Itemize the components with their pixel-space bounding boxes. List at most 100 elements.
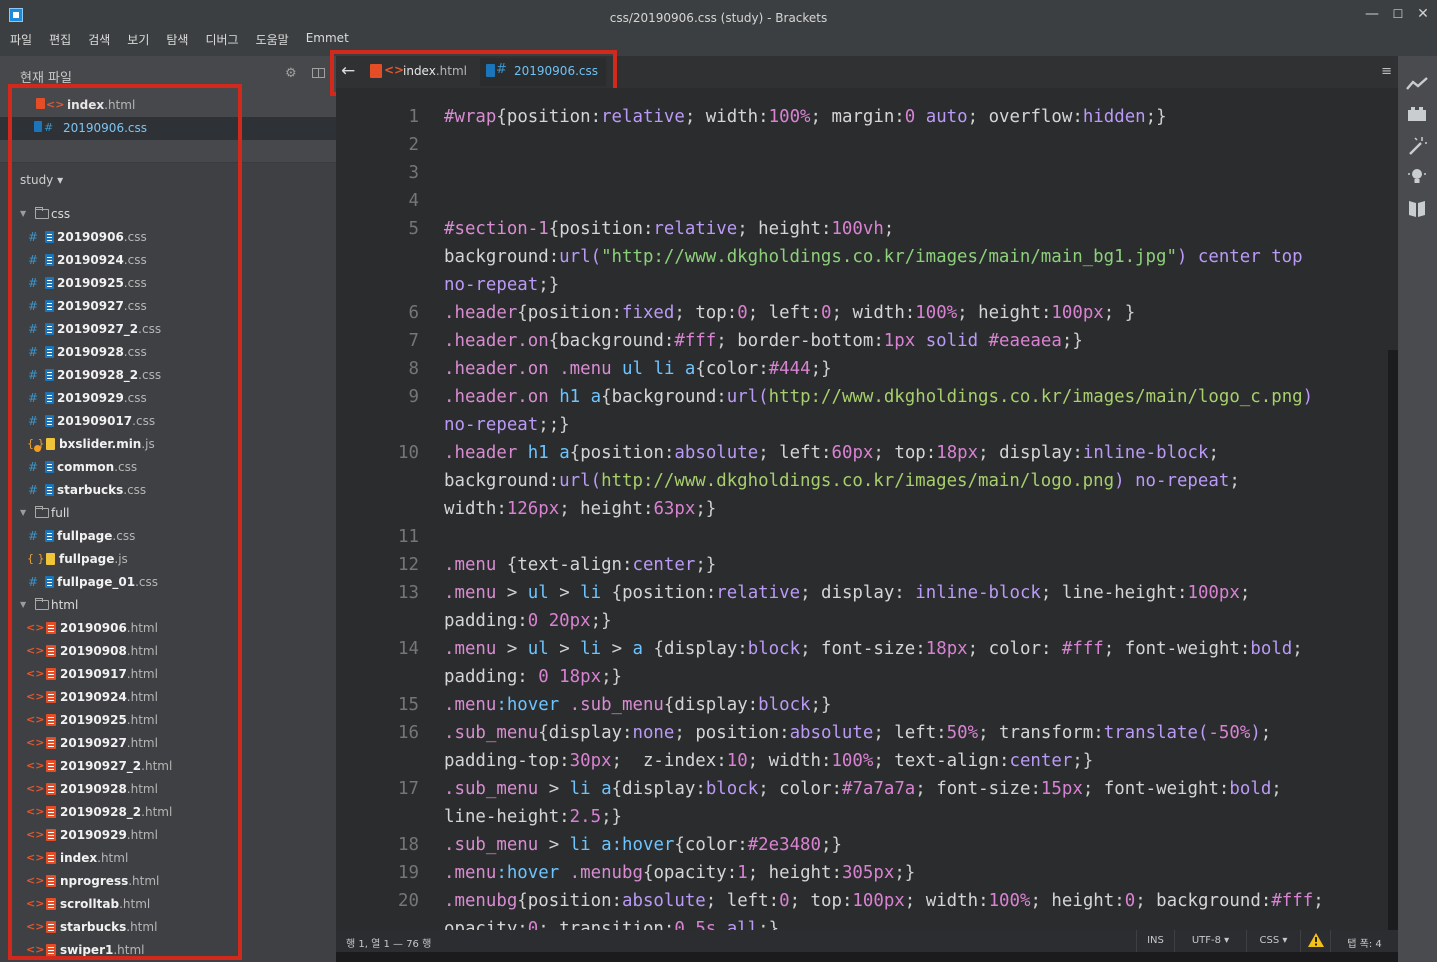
title-bar: css/20190906.css (study) - Brackets — ☐ … (0, 0, 1437, 56)
project-dropdown[interactable]: study ▾ (20, 173, 63, 187)
code-token: http://www.dkgholdings.co.kr/images/main… (768, 387, 1303, 407)
tab-size-setting[interactable]: 탭 폭: 4 (1330, 930, 1398, 952)
encoding-dropdown[interactable]: UTF-8 ▾ (1174, 930, 1246, 952)
magic-wand-icon[interactable] (1405, 136, 1429, 156)
file-extension: .html (126, 644, 158, 658)
tree-file[interactable]: # fullpage.css (0, 525, 336, 548)
code-token: #wrap (444, 107, 497, 127)
tree-file[interactable]: #20190929.css (0, 387, 336, 410)
code-token: fixed (622, 303, 675, 323)
tree-file[interactable]: <> 20190928.html (0, 778, 336, 801)
tree-file[interactable]: <> 20190924.html (0, 686, 336, 709)
split-view-icon[interactable] (312, 68, 325, 78)
maximize-button[interactable]: ☐ (1388, 6, 1408, 22)
code-token: left: (894, 723, 947, 743)
tab-20190906-css[interactable]: # 20190906.css (480, 58, 606, 86)
gear-icon[interactable]: ⚙ (285, 66, 297, 81)
file-extension: .html (141, 805, 173, 819)
code-token: ;} (758, 919, 780, 930)
file-name: 20190906 (60, 621, 127, 635)
tree-file[interactable]: <> nprogress.html (0, 870, 336, 893)
book-icon[interactable] (1405, 198, 1429, 218)
tree-file[interactable]: #20190928_2.css (0, 364, 336, 387)
tree-file[interactable]: <> index.html (0, 847, 336, 870)
tree-file[interactable]: <> starbucks.html (0, 916, 336, 939)
menu-debug[interactable]: 디버그 (203, 29, 240, 49)
code-token: li (653, 359, 675, 379)
code-token: ; (1271, 779, 1282, 799)
tab-index-html[interactable]: <> index.html (370, 58, 478, 86)
minimize-button[interactable]: — (1362, 6, 1382, 22)
back-arrow-icon[interactable]: ← (341, 61, 355, 81)
tree-file[interactable]: # common.css (0, 456, 336, 479)
code-token: center (632, 555, 696, 575)
code-token: 0.5s (674, 919, 717, 930)
tree-file[interactable]: #20190906.css (0, 226, 336, 249)
file-name: fullpage (59, 552, 115, 566)
code-line: 20 .menubg{position:absolute; left:0; top… (336, 887, 1388, 915)
live-preview-icon[interactable] (1405, 74, 1429, 94)
line-number: 14 (398, 639, 419, 659)
menu-find[interactable]: 검색 (86, 29, 112, 49)
menu-navigate[interactable]: 탐색 (164, 29, 190, 49)
tab-menu-icon[interactable]: ≡ (1381, 64, 1392, 79)
tree-file[interactable]: #20190927_2.css (0, 318, 336, 341)
tree-file[interactable]: <> 20190927.html (0, 732, 336, 755)
code-tag-icon: <> (26, 690, 45, 703)
tab-filename: index (403, 64, 436, 78)
tree-file[interactable]: { } bxslider.min.js (0, 433, 336, 456)
chevron-down-icon[interactable]: ▼ (20, 209, 26, 218)
menu-view[interactable]: 보기 (125, 29, 151, 49)
code-token: 50% (946, 723, 979, 743)
tree-file[interactable]: <> 20190917.html (0, 663, 336, 686)
tree-file[interactable]: #201909017.css (0, 410, 336, 433)
tree-file[interactable]: <> 20190929.html (0, 824, 336, 847)
code-token: 100% (988, 891, 1031, 911)
lightbulb-icon[interactable] (1405, 166, 1429, 186)
menu-help[interactable]: 도움말 (254, 29, 291, 49)
working-file-item[interactable]: #20190906.css (0, 117, 336, 140)
tree-file[interactable]: #20190924.css (0, 249, 336, 272)
tree-file[interactable]: <> 20190925.html (0, 709, 336, 732)
code-line: 4 (336, 187, 1388, 215)
code-token: 0 18px (538, 667, 602, 687)
close-button[interactable]: ✕ (1413, 6, 1433, 22)
tab-extension: .html (435, 64, 467, 78)
folder-name: full (51, 506, 70, 520)
file-extension: .html (126, 713, 158, 727)
tree-file[interactable]: <> 20190927_2.html (0, 755, 336, 778)
file-name: starbucks (60, 920, 127, 934)
tree-file[interactable]: # fullpage_01.css (0, 571, 336, 594)
tree-file[interactable]: #20190925.css (0, 272, 336, 295)
tree-file[interactable]: #20190928.css (0, 341, 336, 364)
menu-file[interactable]: 파일 (8, 29, 34, 49)
tree-file[interactable]: <> 20190928_2.html (0, 801, 336, 824)
file-name: 20190927 (60, 736, 127, 750)
tree-folder[interactable]: ▼ html (0, 594, 336, 617)
tree-file[interactable]: <> swiper1.html (0, 939, 336, 962)
tree-file[interactable]: # starbucks.css (0, 479, 336, 502)
extension-manager-icon[interactable] (1405, 104, 1429, 124)
tree-file[interactable]: <> 20190906.html (0, 617, 336, 640)
language-dropdown[interactable]: CSS ▾ (1246, 930, 1300, 952)
tree-folder[interactable]: ▼ full (0, 502, 336, 525)
tree-file[interactable]: { } fullpage.js (0, 548, 336, 571)
code-editor[interactable]: 1 #wrap{position:relative; width:100%; ma… (336, 88, 1388, 930)
chevron-down-icon[interactable]: ▼ (20, 508, 26, 517)
menu-edit[interactable]: 편집 (47, 29, 73, 49)
tree-file[interactable]: <> scrolltab.html (0, 893, 336, 916)
tree-file[interactable]: #20190927.css (0, 295, 336, 318)
file-name-label: scrolltab.html (60, 897, 150, 911)
tree-folder[interactable]: ▼ css (0, 203, 336, 226)
code-text: .header.on h1 a{background:url(http://ww… (444, 383, 1313, 411)
code-token: .menu (444, 555, 497, 575)
scrollbar-thumb[interactable] (1388, 350, 1398, 930)
chevron-down-icon[interactable]: ▼ (20, 600, 26, 609)
menu-emmet[interactable]: Emmet (304, 29, 351, 49)
linter-warning-icon[interactable] (1300, 930, 1330, 952)
code-text: .header.on .menu ul li a{color:#444;} (444, 355, 832, 383)
tree-file[interactable]: <> 20190908.html (0, 640, 336, 663)
working-file-item[interactable]: <> index.html (0, 94, 336, 117)
insert-mode-toggle[interactable]: INS (1136, 930, 1174, 952)
code-token: .header.on (444, 387, 549, 407)
